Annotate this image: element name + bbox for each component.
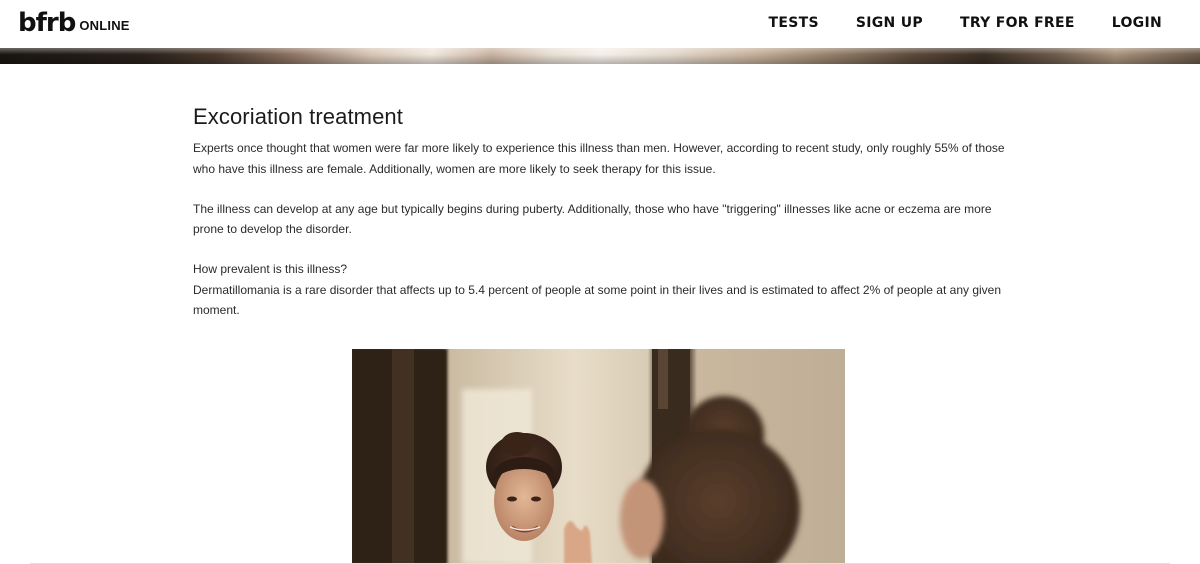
site-logo[interactable]: bfrb ONLINE — [18, 6, 130, 40]
nav-sign-up[interactable]: SIGN UP — [856, 15, 923, 31]
article-title: Excoriation treatment — [193, 104, 403, 129]
article-answer: Dermatillomania is a rare disorder that … — [193, 282, 1002, 318]
article-paragraph: Experts once thought that women were far… — [193, 141, 1005, 176]
nav-try-for-free[interactable]: TRY FOR FREE — [960, 15, 1075, 31]
article-photo-woman-mirror — [352, 349, 845, 564]
logo-subtitle: ONLINE — [79, 17, 130, 33]
logo-mark: bfrb — [18, 8, 76, 38]
article-content: Excoriation treatment Experts once thoug… — [193, 104, 1013, 321]
site-header: bfrb ONLINE TESTS SIGN UP TRY FOR FREE L… — [0, 0, 1200, 48]
article-question: How prevalent is this illness? — [193, 262, 348, 276]
main-nav: TESTS SIGN UP TRY FOR FREE LOGIN — [769, 0, 1162, 46]
nav-tests[interactable]: TESTS — [769, 15, 819, 31]
article-paragraph: The illness can develop at any age but t… — [193, 201, 992, 237]
hero-image-strip — [0, 48, 1200, 64]
nav-login[interactable]: LOGIN — [1112, 15, 1162, 31]
